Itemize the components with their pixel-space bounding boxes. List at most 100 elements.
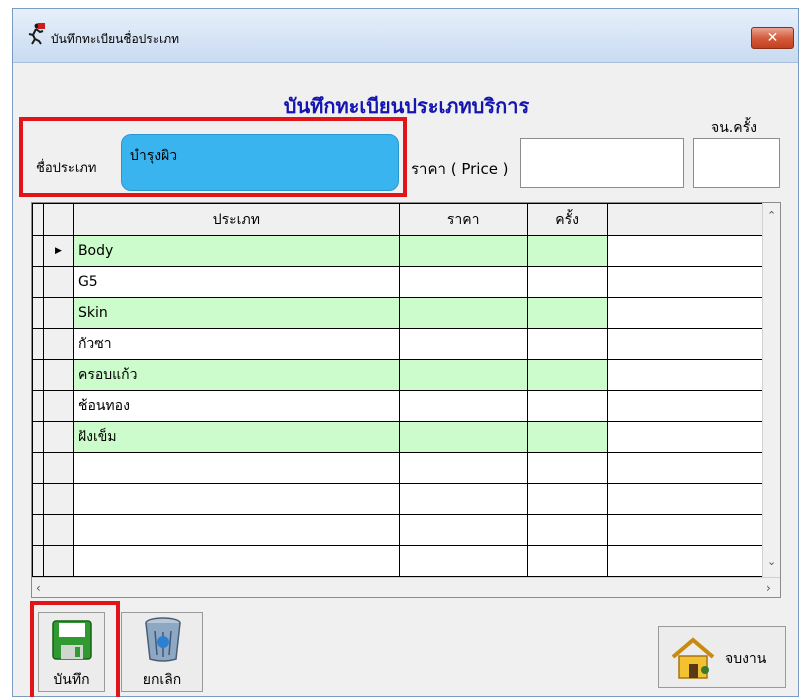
cell-price[interactable] [398, 235, 528, 267]
cell-type[interactable]: กัวซา [72, 328, 400, 360]
cell-count[interactable] [526, 235, 608, 267]
grid-indicator-header [42, 203, 74, 236]
column-header-count[interactable]: ครั้ง [526, 203, 608, 236]
table-row[interactable] [32, 452, 762, 484]
column-header-type[interactable]: ประเภท [72, 203, 400, 236]
grid-table: ประเภท ราคา ครั้ง ▶ Body G5 Skin กัวซา ครอบแก… [32, 203, 762, 577]
row-gutter [32, 514, 44, 546]
cell-type[interactable]: Body [72, 235, 400, 267]
table-row[interactable]: G5 [32, 266, 762, 298]
cell-price[interactable] [398, 421, 528, 453]
table-row[interactable]: ครอบแก้ว [32, 359, 762, 391]
cell-price[interactable] [398, 545, 528, 577]
row-gutter [32, 545, 44, 577]
table-row[interactable] [32, 545, 762, 577]
vertical-scrollbar[interactable]: ⌃ ⌄ [762, 203, 780, 577]
cell-type[interactable] [72, 452, 400, 484]
cell-blank [606, 266, 762, 298]
running-man-icon [28, 23, 45, 45]
grid-body: ประเภท ราคา ครั้ง ▶ Body G5 Skin กัวซา ครอบแก… [32, 203, 762, 577]
cell-price[interactable] [398, 390, 528, 422]
row-indicator[interactable] [42, 328, 74, 360]
table-row[interactable]: กัวซา [32, 328, 762, 360]
scroll-left-icon[interactable]: ‹ [36, 581, 41, 595]
cell-count[interactable] [526, 452, 608, 484]
exit-button-label: จบงาน [725, 651, 767, 667]
cell-type[interactable]: ช้อนทอง [72, 390, 400, 422]
cell-type[interactable]: ฝังเข็ม [72, 421, 400, 453]
row-gutter [32, 483, 44, 515]
cell-price[interactable] [398, 452, 528, 484]
cell-price[interactable] [398, 266, 528, 298]
app-window: บันทึกทะเบียนชื่อประเภท ✕ บันทึกทะเบียนป… [12, 8, 799, 697]
scroll-down-icon[interactable]: ⌄ [767, 555, 776, 568]
cell-blank [606, 545, 762, 577]
column-header-price[interactable]: ราคา [398, 203, 528, 236]
row-indicator[interactable] [42, 483, 74, 515]
cell-price[interactable] [398, 297, 528, 329]
cell-count[interactable] [526, 297, 608, 329]
count-input[interactable] [693, 138, 780, 188]
cell-count[interactable] [526, 390, 608, 422]
row-gutter [32, 297, 44, 329]
cell-count[interactable] [526, 328, 608, 360]
cell-blank [606, 235, 762, 267]
cell-type[interactable]: Skin [72, 297, 400, 329]
row-indicator[interactable] [42, 452, 74, 484]
cancel-button[interactable]: ยกเลิก [121, 612, 203, 692]
cell-count[interactable] [526, 483, 608, 515]
cell-price[interactable] [398, 514, 528, 546]
row-gutter [32, 421, 44, 453]
cell-price[interactable] [398, 328, 528, 360]
cell-blank [606, 390, 762, 422]
cell-type[interactable] [72, 514, 400, 546]
cell-blank [606, 328, 762, 360]
cell-type[interactable]: ครอบแก้ว [72, 359, 400, 391]
cell-count[interactable] [526, 514, 608, 546]
table-row[interactable]: ช้อนทอง [32, 390, 762, 422]
cell-price[interactable] [398, 359, 528, 391]
table-row[interactable]: Skin [32, 297, 762, 329]
cell-blank [606, 483, 762, 515]
cancel-button-label: ยกเลิก [142, 672, 182, 688]
cell-count[interactable] [526, 266, 608, 298]
table-row[interactable]: ฝังเข็ม [32, 421, 762, 453]
table-row[interactable] [32, 483, 762, 515]
row-indicator[interactable] [42, 390, 74, 422]
horizontal-scrollbar[interactable]: ‹ › [32, 577, 780, 597]
annotation-highlight-save [30, 601, 120, 697]
scroll-right-icon[interactable]: › [766, 581, 771, 595]
table-row[interactable] [32, 514, 762, 546]
cell-count[interactable] [526, 421, 608, 453]
row-indicator[interactable] [42, 266, 74, 298]
exit-button[interactable]: จบงาน [658, 626, 786, 688]
cell-price[interactable] [398, 483, 528, 515]
cell-blank [606, 514, 762, 546]
recycle-bin-icon [145, 617, 181, 662]
table-row[interactable]: ▶ Body [32, 235, 762, 267]
grid-header-row: ประเภท ราคา ครั้ง [32, 203, 762, 236]
cell-count[interactable] [526, 545, 608, 577]
cell-type[interactable] [72, 545, 400, 577]
cell-blank [606, 421, 762, 453]
row-indicator[interactable] [42, 359, 74, 391]
row-indicator[interactable]: ▶ [42, 235, 74, 267]
price-input[interactable] [520, 138, 684, 188]
row-indicator[interactable] [42, 421, 74, 453]
cell-count[interactable] [526, 359, 608, 391]
row-gutter [32, 359, 44, 391]
cell-blank [606, 452, 762, 484]
price-label: ราคา ( Price ) [411, 160, 509, 178]
row-indicator[interactable] [42, 545, 74, 577]
scroll-up-icon[interactable]: ⌃ [767, 209, 776, 222]
close-button[interactable]: ✕ [751, 27, 794, 49]
row-indicator[interactable] [42, 514, 74, 546]
row-indicator[interactable] [42, 297, 74, 329]
count-label: จน.ครั้ง [711, 120, 757, 136]
column-header-blank [606, 203, 762, 236]
category-grid[interactable]: ประเภท ราคา ครั้ง ▶ Body G5 Skin กัวซา ครอบแก… [31, 202, 781, 598]
cell-type[interactable]: G5 [72, 266, 400, 298]
annotation-highlight-name [19, 117, 407, 197]
row-gutter [32, 235, 44, 267]
cell-type[interactable] [72, 483, 400, 515]
